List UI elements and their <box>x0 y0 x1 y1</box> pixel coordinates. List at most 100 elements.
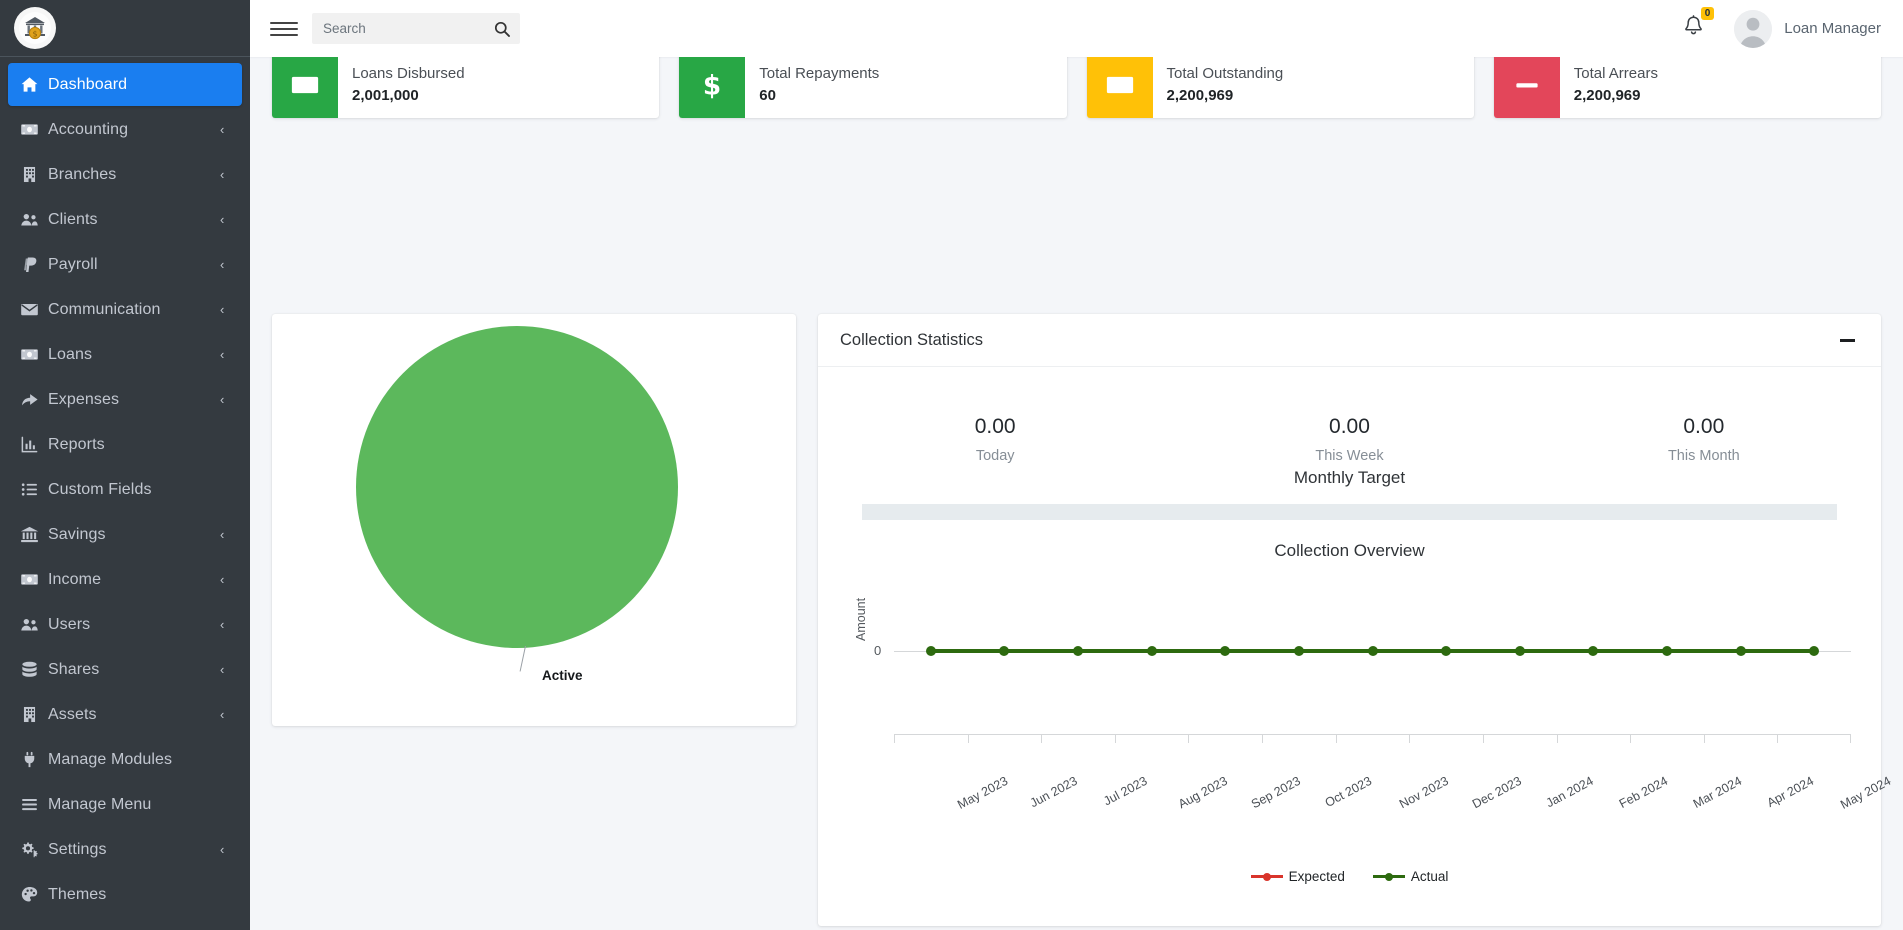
chart-x-tick <box>1262 735 1264 744</box>
sidebar: $ Dashboard Accounting ‹ Branches ‹ Client… <box>0 0 250 930</box>
chevron-left-icon[interactable]: ‹ <box>220 168 232 181</box>
money-bill-icon <box>20 570 48 589</box>
sidebar-item-label: Dashboard <box>48 75 128 93</box>
pie-chart[interactable]: Active <box>272 314 796 726</box>
stat-card-total-repayments[interactable]: $ Total Repayments 60 <box>679 57 1067 118</box>
sidebar-item-accounting[interactable]: Accounting ‹ <box>8 108 242 151</box>
sidebar-item-manage-menu[interactable]: Manage Menu <box>8 783 242 826</box>
search-box[interactable] <box>312 13 520 44</box>
sidebar-item-label: Custom Fields <box>48 480 152 498</box>
minus-icon <box>1493 57 1560 118</box>
pie-leader-line <box>519 645 526 672</box>
chart-data-point[interactable] <box>1514 646 1525 657</box>
sidebar-item-income[interactable]: Income ‹ <box>8 558 242 601</box>
chevron-left-icon[interactable]: ‹ <box>220 348 232 361</box>
database-icon <box>20 660 48 679</box>
chevron-left-icon[interactable]: ‹ <box>220 573 232 586</box>
chart-data-point[interactable] <box>1441 646 1452 657</box>
stat-card-loans-disbursed[interactable]: Loans Disbursed 2,001,000 <box>272 57 660 118</box>
users-icon <box>20 615 48 634</box>
search-icon[interactable] <box>488 13 516 44</box>
chart-x-tick-label: Apr 2024 <box>1764 774 1816 811</box>
chart-data-point[interactable] <box>1146 646 1157 657</box>
notifications-button[interactable]: 0 <box>1683 7 1715 42</box>
stat-card-value: 2,200,969 <box>1166 86 1234 104</box>
pie-slice-active[interactable] <box>356 326 678 648</box>
sidebar-item-activity-logs[interactable]: Activity Logs <box>8 918 242 930</box>
sidebar-item-reports[interactable]: Reports <box>8 423 242 466</box>
money-bill-icon <box>20 120 48 139</box>
chevron-left-icon[interactable]: ‹ <box>220 393 232 406</box>
minimize-icon[interactable] <box>1835 328 1859 352</box>
hamburger-icon[interactable] <box>270 15 298 43</box>
chart-plot-area: May 2023 Jun 2023 Jul 2023 Aug 2023 Sep 2023… <box>894 567 1893 812</box>
chart-data-point[interactable] <box>1220 646 1231 657</box>
chart-data-point[interactable] <box>1661 646 1672 657</box>
chart-bar-icon <box>20 435 48 454</box>
sidebar-item-custom-fields[interactable]: Custom Fields <box>8 468 242 511</box>
sidebar-item-expenses[interactable]: Expenses ‹ <box>8 378 242 421</box>
user-menu[interactable]: Loan Manager <box>1734 9 1881 48</box>
cogs-icon <box>20 840 48 859</box>
sidebar-item-shares[interactable]: Shares ‹ <box>8 648 242 691</box>
brand-logo[interactable]: $ <box>0 0 250 57</box>
chart-data-point[interactable] <box>1293 646 1304 657</box>
users-icon <box>20 210 48 229</box>
panel-title: Collection Statistics <box>840 330 984 349</box>
top-navbar: 0 Loan Manager <box>250 0 1903 57</box>
chart-legend-item[interactable]: Expected <box>1250 869 1345 885</box>
chart-data-point[interactable] <box>1073 646 1084 657</box>
money-bill-icon <box>1086 57 1153 118</box>
bank-coin-logo-icon: $ <box>14 7 56 49</box>
chevron-left-icon[interactable]: ‹ <box>220 708 232 721</box>
chart-legend-label: Expected <box>1288 869 1345 885</box>
sidebar-item-loans[interactable]: Loans ‹ <box>8 333 242 376</box>
chart-data-point[interactable] <box>1809 646 1820 657</box>
chevron-left-icon[interactable]: ‹ <box>220 528 232 541</box>
sidebar-item-label: Manage Menu <box>48 795 152 813</box>
chart-data-point[interactable] <box>925 646 936 657</box>
sidebar-item-savings[interactable]: Savings ‹ <box>8 513 242 556</box>
chevron-left-icon[interactable]: ‹ <box>220 123 232 136</box>
chart-data-point[interactable] <box>999 646 1010 657</box>
chevron-left-icon[interactable]: ‹ <box>220 618 232 631</box>
sidebar-item-users[interactable]: Users ‹ <box>8 603 242 646</box>
stat-cards-row: Loans Disbursed 2,001,000 $ Total Repayment… <box>250 57 1903 118</box>
chevron-left-icon[interactable]: ‹ <box>220 213 232 226</box>
sidebar-item-assets[interactable]: Assets ‹ <box>8 693 242 736</box>
stat-card-total-arrears[interactable]: Total Arrears 2,200,969 <box>1493 57 1881 118</box>
chart-data-point[interactable] <box>1735 646 1746 657</box>
sidebar-item-communication[interactable]: Communication ‹ <box>8 288 242 331</box>
sidebar-item-settings[interactable]: Settings ‹ <box>8 828 242 871</box>
chevron-left-icon[interactable]: ‹ <box>220 663 232 676</box>
chevron-left-icon[interactable]: ‹ <box>220 258 232 271</box>
svg-text:$: $ <box>32 30 37 39</box>
sidebar-item-branches[interactable]: Branches ‹ <box>8 153 242 196</box>
chart-x-tick-label: May 2024 <box>1838 774 1894 813</box>
sidebar-item-dashboard[interactable]: Dashboard <box>8 63 242 106</box>
chevron-left-icon[interactable]: ‹ <box>220 843 232 856</box>
collection-stat-value: 0.00 <box>1329 415 1370 438</box>
sidebar-item-payroll[interactable]: Payroll ‹ <box>8 243 242 286</box>
legend-marker-icon <box>1372 872 1405 881</box>
chart-x-tick <box>1114 735 1116 744</box>
sidebar-item-label: Shares <box>48 660 100 678</box>
chart-x-tick <box>1703 735 1705 744</box>
collection-stat-this-week: 0.00 This Week <box>1172 413 1526 464</box>
sidebar-item-themes[interactable]: Themes <box>8 873 242 916</box>
stat-card-title: Total Arrears <box>1573 64 1658 82</box>
chart-data-point[interactable] <box>1588 646 1599 657</box>
chart-data-point[interactable] <box>1367 646 1378 657</box>
chart-x-tick <box>894 735 895 744</box>
monthly-target-progressbar <box>862 504 1837 521</box>
sidebar-item-clients[interactable]: Clients ‹ <box>8 198 242 241</box>
sidebar-item-manage-modules[interactable]: Manage Modules <box>8 738 242 781</box>
chevron-left-icon[interactable]: ‹ <box>220 303 232 316</box>
stat-card-total-outstanding[interactable]: Total Outstanding 2,200,969 <box>1086 57 1474 118</box>
chart-legend: Expected Actual <box>818 869 1881 884</box>
sidebar-item-label: Clients <box>48 210 98 228</box>
sidebar-item-label: Assets <box>48 705 97 723</box>
chart-x-tick <box>1409 735 1411 744</box>
chart-x-tick <box>1041 735 1043 744</box>
chart-legend-item[interactable]: Actual <box>1372 869 1448 884</box>
